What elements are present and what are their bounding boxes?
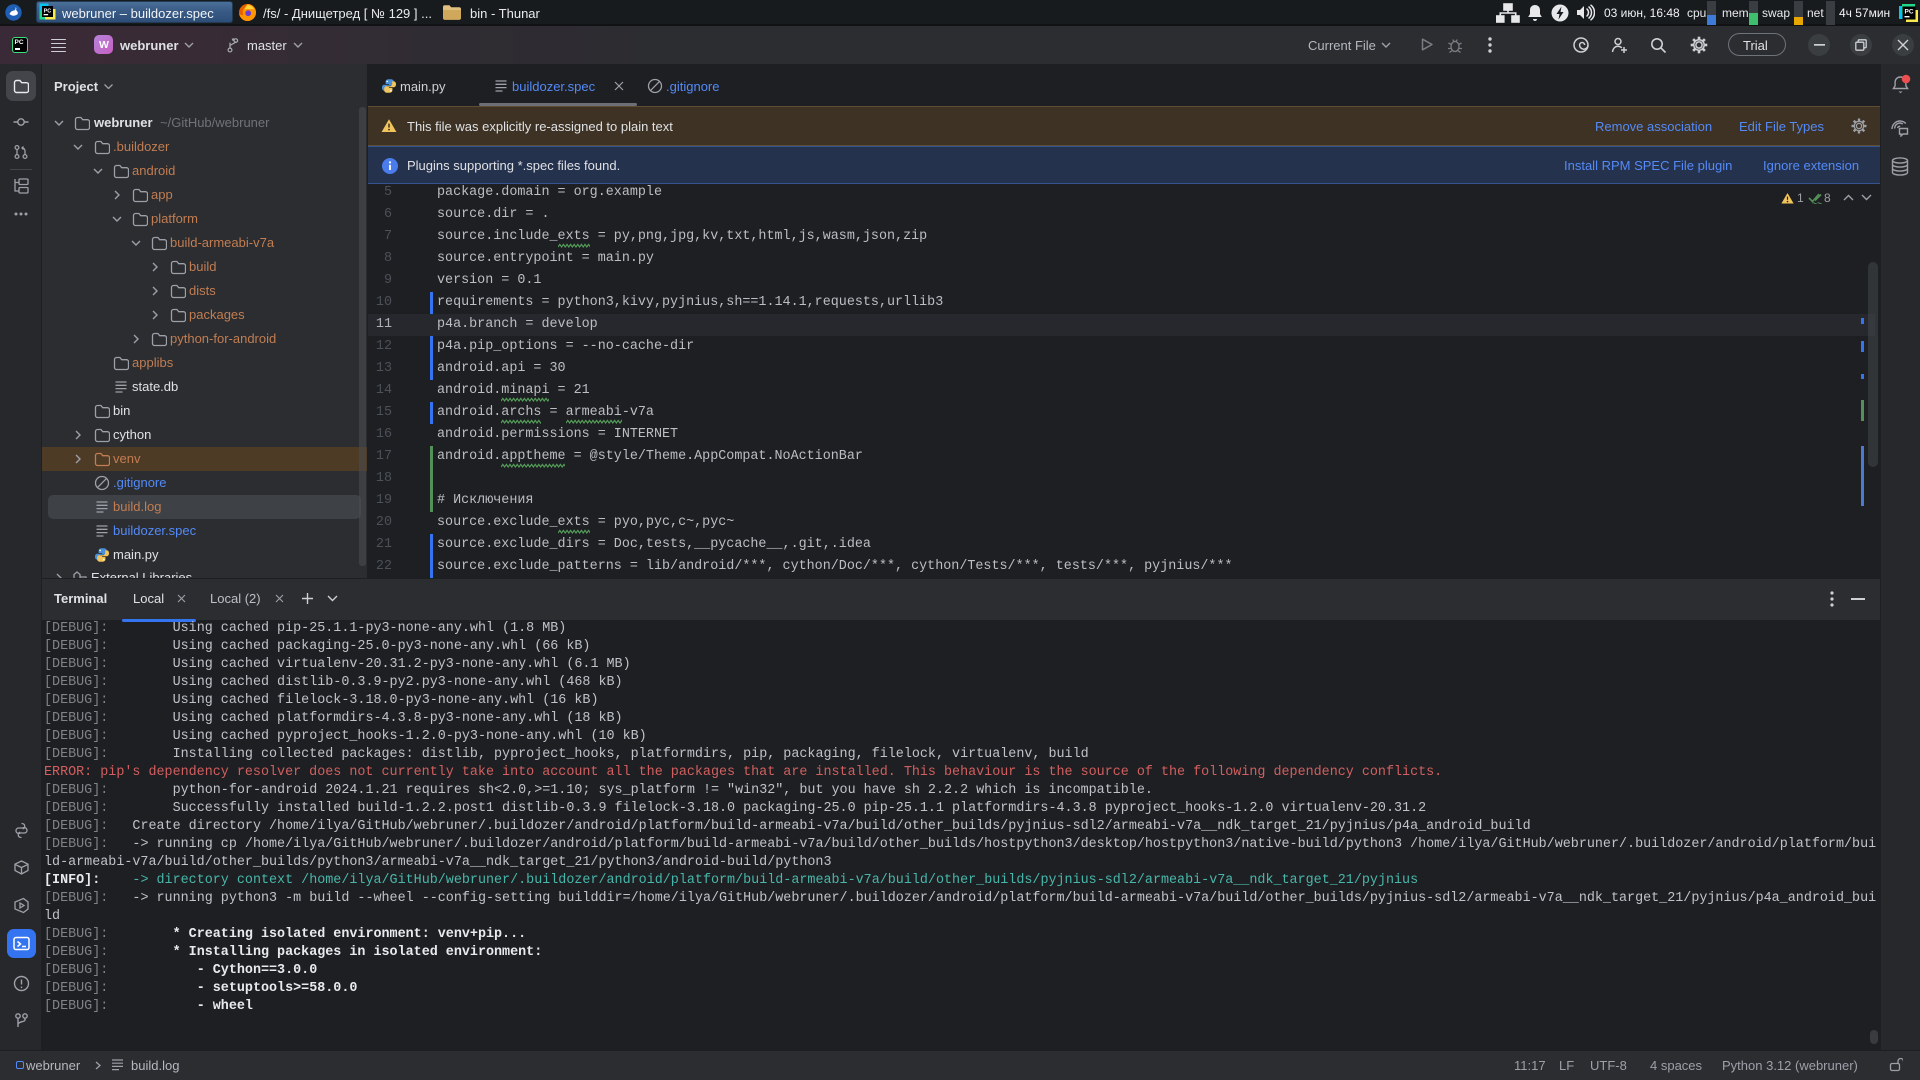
svg-text:PC: PC: [44, 9, 52, 15]
svg-text:PC: PC: [1905, 9, 1914, 16]
